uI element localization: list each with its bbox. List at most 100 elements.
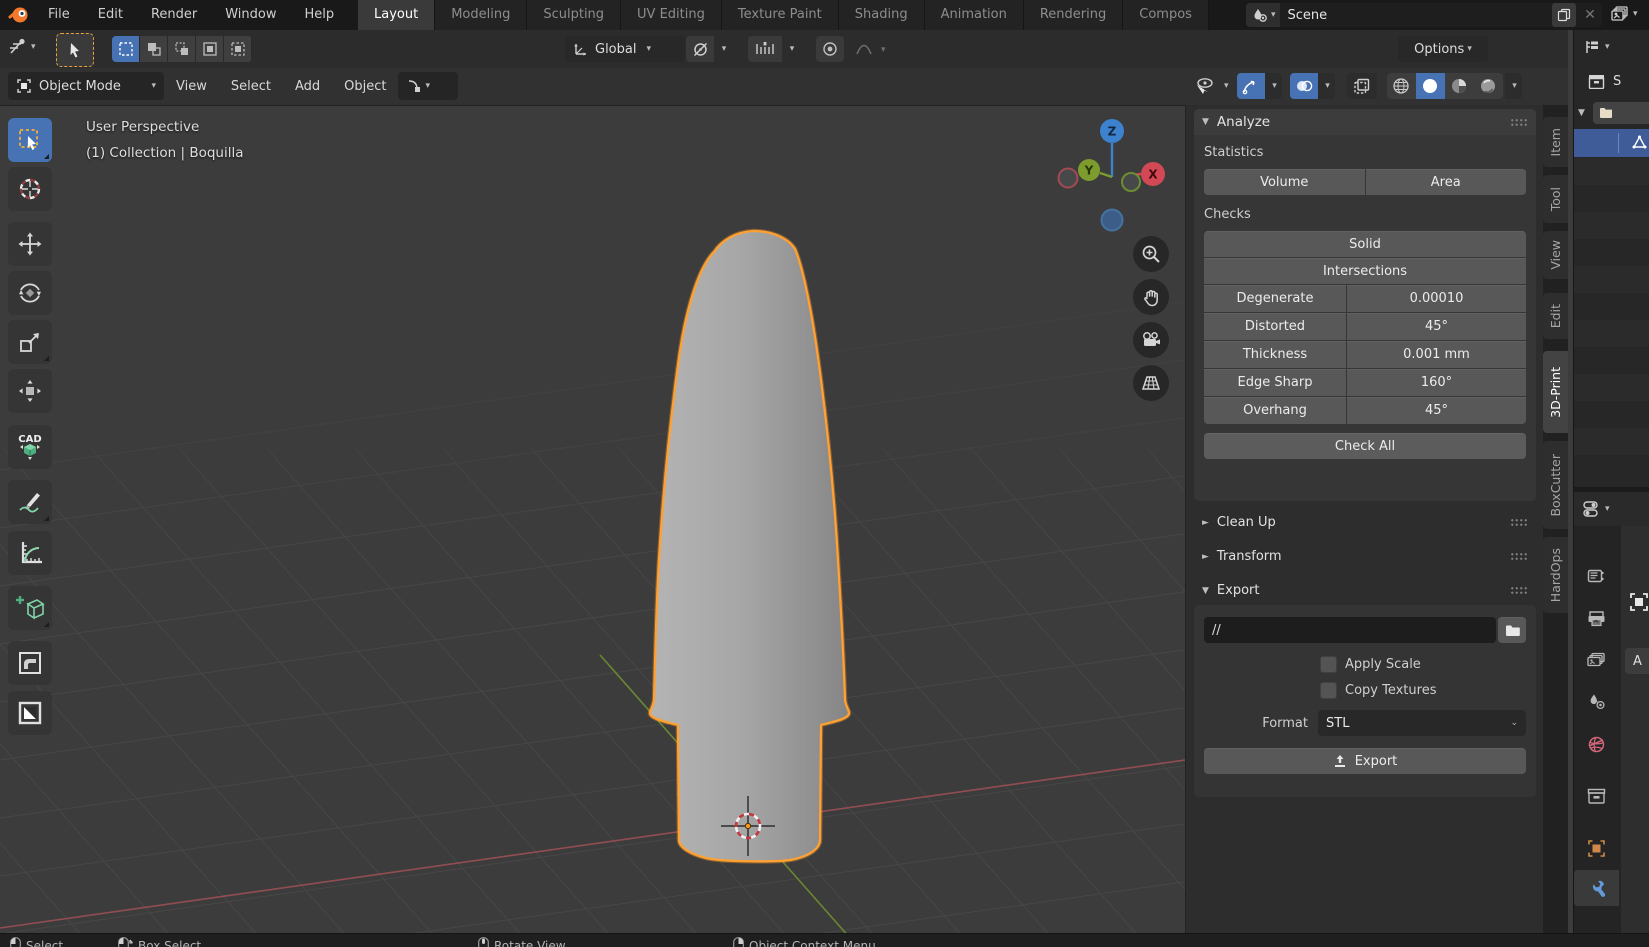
new-scene-button[interactable]	[1552, 3, 1576, 27]
snap-with-dropdown[interactable]: ▾	[782, 36, 799, 62]
export-button[interactable]: Export	[1204, 748, 1526, 774]
drag-grip-icon[interactable]	[1510, 552, 1528, 561]
select-mode-set[interactable]	[112, 36, 140, 62]
export-section-header[interactable]: ▼ Export	[1194, 577, 1536, 604]
select-mode-intersect[interactable]	[224, 36, 252, 62]
snap-toggle[interactable]	[686, 36, 714, 62]
check-degenerate-button[interactable]: Degenerate	[1204, 285, 1346, 312]
tab-tool[interactable]: Tool	[1543, 175, 1568, 223]
workspace-tab-modeling[interactable]: Modeling	[435, 0, 527, 30]
mode-dropdown[interactable]: Object Mode ▾	[8, 72, 164, 100]
unlink-scene-button[interactable]: ✕	[1578, 3, 1602, 27]
transform-section-header[interactable]: ► Transform	[1194, 543, 1536, 570]
shading-solid-icon[interactable]	[1416, 73, 1445, 99]
scene-datablock-icon[interactable]: ▾	[1246, 3, 1280, 27]
tool-rotate[interactable]	[8, 271, 52, 315]
scene-name[interactable]: Scene	[1280, 8, 1550, 23]
menu-window[interactable]: Window	[211, 0, 290, 30]
tool-boxcutter-corner[interactable]	[8, 641, 52, 685]
workspace-tab-sculpting[interactable]: Sculpting	[527, 0, 621, 30]
workspace-tab-animation[interactable]: Animation	[925, 0, 1024, 30]
workspace-tab-compositing[interactable]: Compos	[1123, 0, 1209, 30]
check-distorted-button[interactable]: Distorted	[1204, 313, 1346, 340]
tab-item[interactable]: Item	[1543, 117, 1568, 167]
zoom-view-button[interactable]	[1133, 236, 1169, 272]
select-mode-subtract[interactable]	[168, 36, 196, 62]
check-intersections-button[interactable]: Intersections	[1204, 258, 1526, 284]
outliner-row[interactable]	[1574, 266, 1649, 293]
transform-orientation-dropdown[interactable]: Global ▾	[565, 36, 685, 62]
clean-up-section-header[interactable]: ► Clean Up	[1194, 509, 1536, 536]
check-thickness-button[interactable]: Thickness	[1204, 341, 1346, 368]
properties-tab-scene[interactable]	[1574, 684, 1619, 720]
snap-increment-icon[interactable]	[748, 36, 782, 62]
gizmo-neg-z[interactable]	[1102, 210, 1123, 231]
workspace-tab-rendering[interactable]: Rendering	[1024, 0, 1123, 30]
overhang-value[interactable]: 45°	[1347, 397, 1526, 424]
shading-wireframe-icon[interactable]	[1387, 73, 1416, 99]
proportional-edit-toggle[interactable]	[816, 36, 844, 62]
distorted-value[interactable]: 45°	[1347, 313, 1526, 340]
tab-boxcutter[interactable]: BoxCutter	[1543, 441, 1568, 529]
properties-tab-world[interactable]	[1574, 726, 1619, 762]
outliner-row[interactable]	[1574, 428, 1649, 455]
check-overhang-button[interactable]: Overhang	[1204, 397, 1346, 424]
properties-tab-object[interactable]	[1574, 830, 1619, 866]
outliner-row[interactable]	[1574, 293, 1649, 320]
volume-button[interactable]: Volume	[1204, 169, 1365, 195]
pan-view-button[interactable]	[1133, 279, 1169, 315]
gizmo-neg-y[interactable]	[1122, 173, 1140, 191]
tool-annotate[interactable]	[8, 480, 52, 524]
workspace-tab-texture-paint[interactable]: Texture Paint	[722, 0, 839, 30]
file-browse-button[interactable]	[1498, 617, 1526, 643]
properties-tab-collection[interactable]	[1574, 778, 1619, 814]
camera-view-button[interactable]	[1133, 322, 1169, 358]
outliner-row[interactable]	[1574, 212, 1649, 239]
copy-textures-checkbox[interactable]	[1320, 682, 1337, 699]
shading-material-icon[interactable]	[1445, 73, 1474, 99]
properties-tab-view-layer[interactable]	[1574, 642, 1619, 678]
outliner-selected-object-row[interactable]	[1574, 129, 1649, 157]
toggle-ortho-button[interactable]	[1133, 365, 1169, 401]
check-solid-button[interactable]: Solid	[1204, 231, 1526, 257]
tool-transform[interactable]	[8, 369, 52, 413]
properties-tab-modifiers[interactable]	[1574, 870, 1619, 906]
gizmo-neg-x[interactable]	[1059, 169, 1078, 188]
outliner-scene-collection-row[interactable]: S	[1588, 74, 1621, 89]
outliner-row[interactable]	[1574, 320, 1649, 347]
gizmos-dropdown[interactable]: ▾	[1265, 73, 1282, 99]
format-dropdown[interactable]: STL ⌄	[1318, 710, 1526, 736]
collection-icon[interactable]	[1593, 102, 1649, 124]
expand-triangle-icon[interactable]: ▼	[1578, 108, 1585, 118]
tool-boxcutter-cut[interactable]	[8, 691, 52, 735]
transform-pivot-dropdown[interactable]: ▾	[398, 72, 458, 100]
gizmos-toggle[interactable]	[1237, 73, 1265, 99]
blender-logo-icon[interactable]	[8, 4, 30, 26]
proportional-falloff-dropdown[interactable]: ▾	[850, 36, 886, 62]
outliner-row[interactable]	[1574, 347, 1649, 374]
select-mode-invert[interactable]	[196, 36, 224, 62]
outliner-row[interactable]	[1574, 374, 1649, 401]
tool-scale[interactable]	[8, 320, 52, 364]
viewport-menu-select[interactable]: Select	[219, 68, 283, 105]
tab-edit[interactable]: Edit	[1543, 293, 1568, 339]
menu-edit[interactable]: Edit	[84, 0, 137, 30]
overlays-dropdown[interactable]: ▾	[1318, 73, 1335, 99]
workspace-tab-uv-editing[interactable]: UV Editing	[621, 0, 722, 30]
check-all-button[interactable]: Check All	[1204, 433, 1526, 459]
properties-tab-output[interactable]	[1574, 600, 1619, 636]
tool-add-cube[interactable]	[8, 586, 52, 630]
menu-help[interactable]: Help	[291, 0, 349, 30]
properties-editor-type-button[interactable]: ▾	[1582, 500, 1610, 518]
outliner-row[interactable]	[1574, 158, 1649, 185]
scene-selector[interactable]: ▾ Scene ✕	[1246, 3, 1602, 27]
tool-cad-transform[interactable]: CAD	[8, 425, 52, 469]
degenerate-value[interactable]: 0.00010	[1347, 285, 1526, 312]
shading-rendered-icon[interactable]	[1474, 73, 1503, 99]
edge-sharp-value[interactable]: 160°	[1347, 369, 1526, 396]
tool-move[interactable]	[8, 222, 52, 266]
overlays-toggle[interactable]	[1290, 73, 1318, 99]
view-layer-selector[interactable]: ▾	[1610, 4, 1638, 24]
apply-scale-checkbox[interactable]	[1320, 656, 1337, 673]
outliner-row[interactable]	[1574, 239, 1649, 266]
